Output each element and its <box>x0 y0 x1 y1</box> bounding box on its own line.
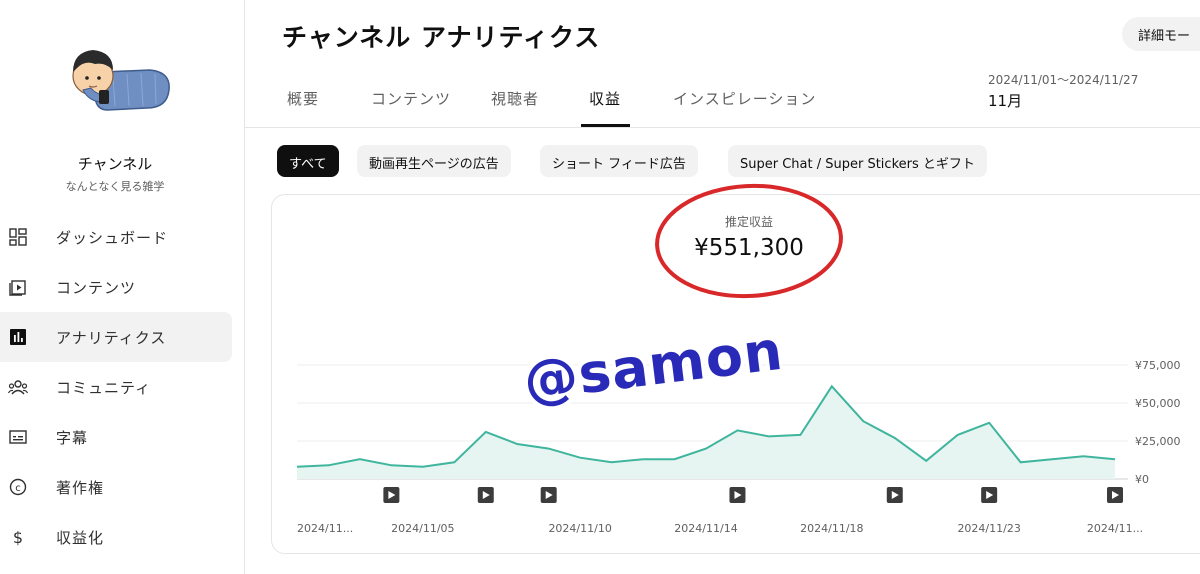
tab-inspiration[interactable]: インスピレーション <box>673 88 816 109</box>
community-icon <box>8 377 28 397</box>
sidebar-item-label: 字幕 <box>56 428 89 447</box>
svg-text:c: c <box>15 483 21 494</box>
sidebar-nav: ダッシュボード コンテンツ アナリティクス コミュニティ 字幕 c 著作権 $ … <box>0 212 232 562</box>
page-title: チャンネル アナリティクス <box>282 23 601 52</box>
content-icon <box>8 277 28 297</box>
date-range[interactable]: 2024/11/01〜2024/11/27 <box>988 71 1138 88</box>
analytics-icon <box>8 327 28 347</box>
sidebar-item-label: ダッシュボード <box>56 228 169 247</box>
chip-watch-page-ads[interactable]: 動画再生ページの広告 <box>357 145 511 177</box>
dashboard-icon <box>8 227 28 247</box>
chip-shorts-feed-ads[interactable]: ショート フィード広告 <box>540 145 698 177</box>
sidebar-item-subtitles[interactable]: 字幕 <box>0 412 232 462</box>
chip-all[interactable]: すべて <box>277 145 339 177</box>
date-period[interactable]: 11月 <box>988 90 1022 111</box>
detail-mode-button[interactable]: 詳細モー <box>1122 17 1200 51</box>
channel-description: なんとなく見る雑学 <box>65 180 165 193</box>
sidebar-item-content[interactable]: コンテンツ <box>0 262 232 312</box>
metric-value: ¥551,300 <box>694 235 804 261</box>
tab-audience[interactable]: 視聴者 <box>491 88 539 109</box>
sidebar: チャンネル なんとなく見る雑学 ダッシュボード コンテンツ アナリティクス コミ… <box>0 0 245 574</box>
tab-divider <box>245 127 1200 128</box>
chip-super-chat-gifts[interactable]: Super Chat / Super Stickers とギフト <box>728 145 987 177</box>
tab-overview[interactable]: 概要 <box>287 88 319 109</box>
sidebar-item-analytics[interactable]: アナリティクス <box>0 312 232 362</box>
svg-text:$: $ <box>13 528 23 546</box>
sidebar-item-community[interactable]: コミュニティ <box>0 362 232 412</box>
sidebar-item-label: コンテンツ <box>56 278 137 297</box>
sidebar-item-label: コミュニティ <box>56 378 152 397</box>
copyright-icon: c <box>8 477 28 497</box>
subtitles-icon <box>8 427 28 447</box>
metric-label: 推定収益 <box>724 215 773 229</box>
sidebar-item-label: 収益化 <box>56 528 105 547</box>
channel-avatar[interactable] <box>55 28 173 116</box>
sidebar-item-copyright[interactable]: c 著作権 <box>0 462 232 512</box>
sidebar-item-dashboard[interactable]: ダッシュボード <box>0 212 232 262</box>
tab-revenue[interactable]: 収益 <box>589 88 621 109</box>
monetization-icon: $ <box>8 527 28 547</box>
sidebar-item-monetization[interactable]: $ 収益化 <box>0 512 232 562</box>
tab-content[interactable]: コンテンツ <box>371 88 451 109</box>
sidebar-item-label: アナリティクス <box>56 328 167 347</box>
sidebar-item-label: 著作権 <box>56 478 105 497</box>
channel-name: チャンネル <box>77 155 153 173</box>
